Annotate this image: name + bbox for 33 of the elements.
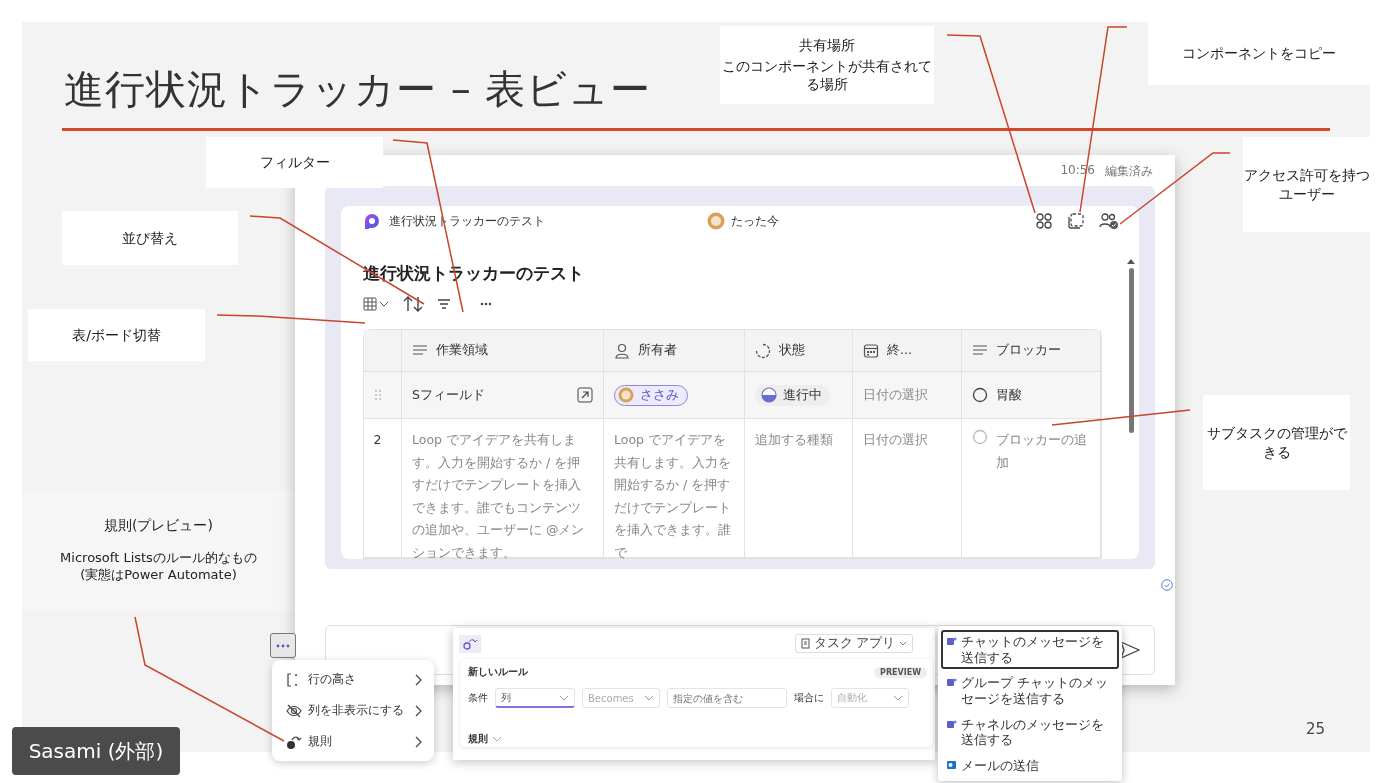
- column-label: 終...: [887, 342, 912, 359]
- callout-text: フィルター: [259, 153, 330, 172]
- table-cell: 胃酸: [996, 386, 1022, 404]
- table-cell-text: ブロッカーの追加: [996, 431, 1088, 472]
- activity-text: たった今: [731, 212, 779, 230]
- participant-name: Sasami (外部): [12, 727, 180, 775]
- slide-title: 進行状況トラッカー – 表ビュー: [64, 65, 652, 114]
- callout-text: 表/ボード切替: [72, 325, 161, 345]
- row-number: 2: [373, 431, 382, 449]
- callout-text: Microsoft Listsのルール的なもの (実態はPower Automate): [60, 548, 257, 584]
- preview-badge: PREVIEW: [874, 666, 927, 678]
- callout-text: サブタスクの管理ができる: [1205, 423, 1348, 462]
- table-cell: 日付の選択: [863, 386, 928, 404]
- callout-text: コンポーネントをコピー: [1182, 44, 1336, 63]
- column-label: ブロッカー: [996, 342, 1061, 359]
- condition-label: 条件: [468, 691, 488, 705]
- callout-heading: 共有場所: [799, 35, 855, 55]
- column-label: 作業領域: [436, 342, 488, 359]
- callout-text: 並び替え: [122, 228, 178, 248]
- when-label: 場合に: [794, 691, 824, 705]
- table-cell-text: 追加する種類: [755, 431, 833, 449]
- page-number: 25: [1306, 720, 1326, 738]
- column-label: 状態: [779, 342, 805, 359]
- table-cell-text: Loop でアイデアを共有します。入力を開始するか / を押すだけでテンプレートを挿入できます。誰でもコンテンツの追加や、ユーザーに @メンションできます。: [412, 431, 586, 559]
- callout-heading: 規則(プレビュー): [104, 516, 213, 535]
- callout-text: このコンポーネントが共有されてる場所: [721, 56, 933, 95]
- column-label: 所有者: [638, 342, 677, 359]
- callout-text: アクセス許可を持つユーザー: [1243, 165, 1370, 204]
- table-cell: Sフィールド: [412, 386, 485, 404]
- table-cell-text: 日付の選択: [863, 431, 928, 449]
- rule-title: 新しいルール: [468, 665, 528, 679]
- table-cell-text: Loop でアイデアを共有します。入力を開始するか / を押すだけでテンプレートを挿入できます。誰で: [614, 431, 732, 559]
- edit-status: 編集済み: [1105, 163, 1153, 180]
